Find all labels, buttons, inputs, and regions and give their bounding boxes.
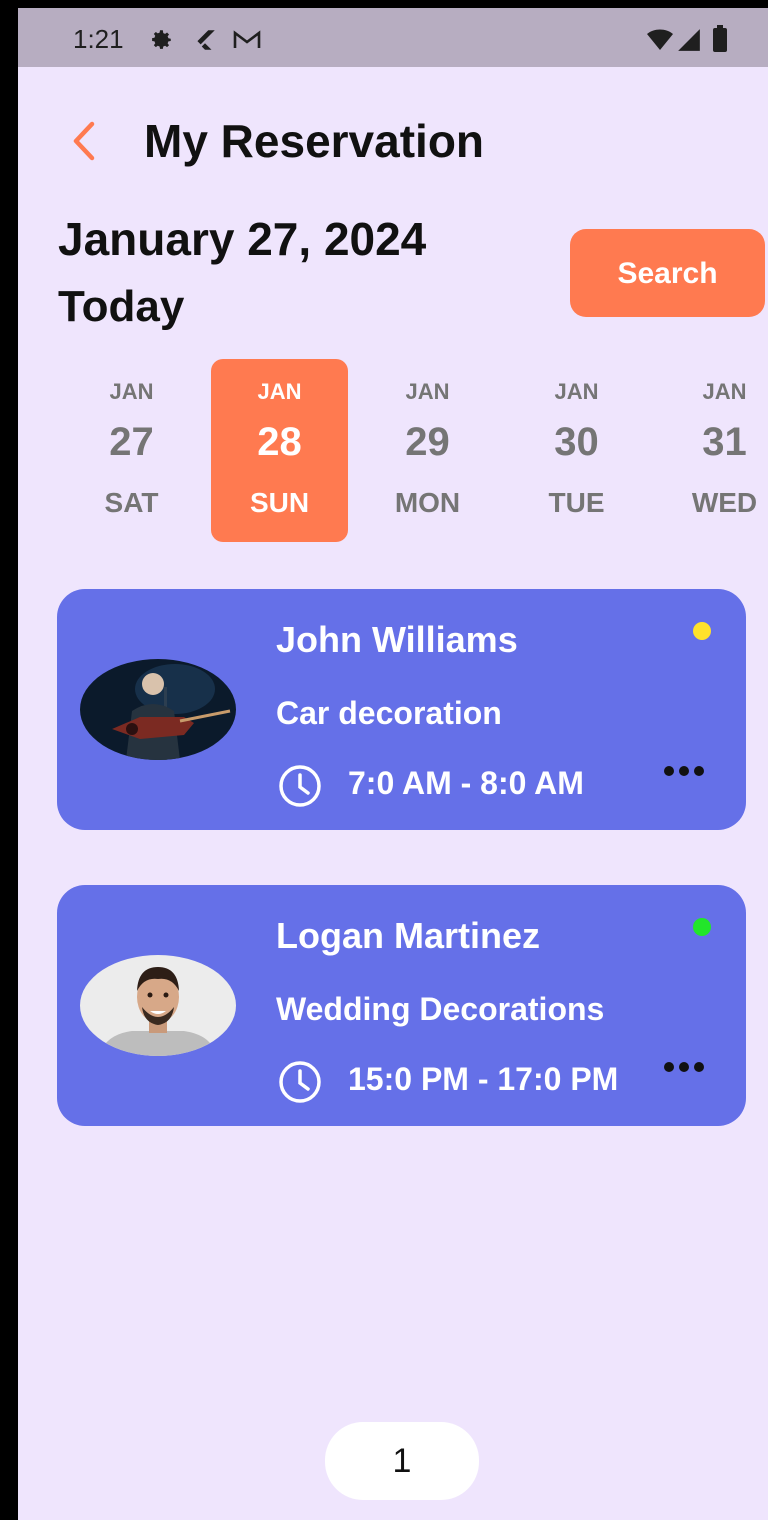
- reservation-time: 7:0 AM - 8:0 AM: [348, 765, 584, 801]
- day-number: 27: [109, 420, 154, 464]
- day-weekday: SAT: [104, 487, 159, 518]
- settings-icon: [152, 30, 171, 49]
- status-time: 1:21: [73, 24, 124, 54]
- calendar-day[interactable]: JAN 27 SAT: [63, 359, 200, 542]
- day-number: 31: [702, 420, 747, 464]
- signal-icon: [678, 29, 700, 51]
- day-number: 30: [554, 420, 599, 464]
- status-dot: [693, 918, 711, 936]
- client-name: Logan Martinez: [276, 915, 541, 956]
- page-indicator[interactable]: 1: [325, 1422, 479, 1500]
- calendar-day[interactable]: JAN 29 MON: [359, 359, 496, 542]
- search-button[interactable]: Search: [570, 229, 765, 317]
- gmail-icon: [233, 30, 261, 48]
- day-month: JAN: [554, 379, 599, 404]
- service-name: Car decoration: [276, 695, 502, 731]
- day-weekday: SUN: [249, 487, 310, 518]
- wifi-icon: [647, 29, 673, 50]
- date-title: January 27, 2024: [58, 213, 427, 265]
- service-name: Wedding Decorations: [276, 991, 605, 1027]
- calendar-day-selected[interactable]: JAN 28 SUN: [211, 359, 348, 542]
- clock-icon: [279, 765, 321, 807]
- app-screen: 1:21 My Reservation January 27, 2024 Tod…: [18, 8, 768, 1520]
- status-bar: 1:21: [18, 8, 768, 67]
- today-label: Today: [58, 282, 185, 331]
- reservation-time: 15:0 PM - 17:0 PM: [348, 1061, 619, 1097]
- chevron-left-icon[interactable]: [64, 116, 104, 166]
- day-number: 29: [405, 420, 450, 464]
- calendar-day[interactable]: JAN 31 WED: [656, 359, 768, 542]
- day-weekday: TUE: [548, 487, 605, 518]
- clock-icon: [279, 1061, 321, 1103]
- day-month: JAN: [109, 379, 154, 404]
- day-weekday: WED: [691, 487, 758, 518]
- day-month: JAN: [702, 379, 747, 404]
- client-name: John Williams: [276, 619, 518, 660]
- more-options-icon[interactable]: [661, 1057, 707, 1077]
- day-month: JAN: [257, 379, 302, 404]
- page-title: My Reservation: [144, 115, 485, 167]
- day-month: JAN: [405, 379, 450, 404]
- day-number: 28: [257, 420, 302, 464]
- status-dot: [693, 622, 711, 640]
- calendar-day[interactable]: JAN 30 TUE: [508, 359, 645, 542]
- man-portrait-photo: [80, 955, 236, 1056]
- app-bar: My Reservation: [18, 108, 768, 172]
- battery-icon: [713, 25, 727, 52]
- reservation-card[interactable]: Logan Martinez Wedding Decorations 15:0 …: [57, 885, 746, 1126]
- guitarist-photo: [80, 659, 236, 760]
- reservation-card[interactable]: John Williams Car decoration 7:0 AM - 8:…: [57, 589, 746, 830]
- day-weekday: MON: [394, 487, 461, 518]
- more-options-icon[interactable]: [661, 761, 707, 781]
- flutter-icon: [197, 30, 215, 50]
